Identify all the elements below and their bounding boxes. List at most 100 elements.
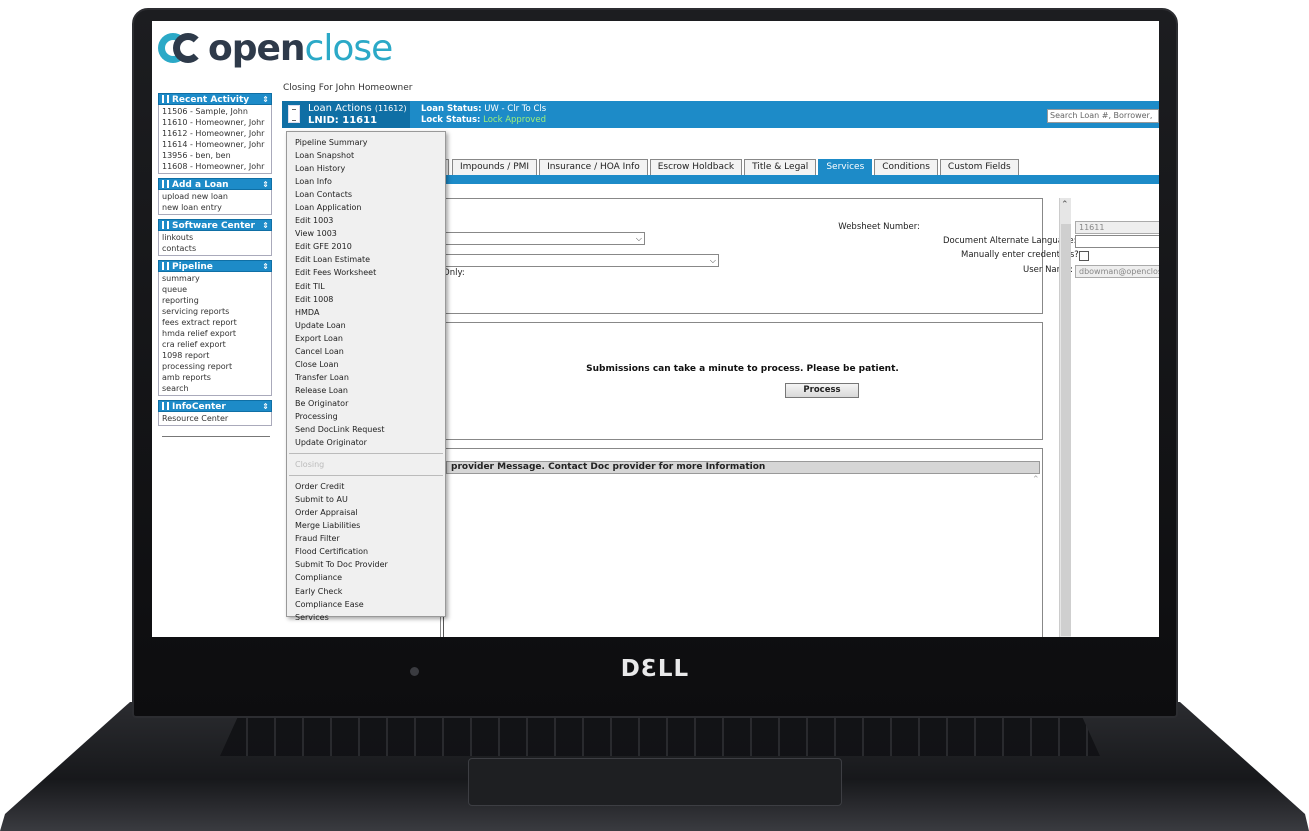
recent-activity-list: 11506 - Sample, John 11610 - Homeowner, J… [158, 105, 272, 174]
grip-icon [162, 402, 169, 410]
recent-loan-link[interactable]: 11506 - Sample, John [162, 106, 268, 117]
loan-search-input[interactable]: Search Loan #, Borrower, [1047, 109, 1159, 123]
menu-item-release-loan[interactable]: Release Loan [287, 384, 445, 397]
page-scrollbar[interactable]: ⌃ [1059, 198, 1071, 637]
recent-loan-link[interactable]: 11608 - Homeowner, Johr [162, 161, 268, 172]
pipeline-link[interactable]: servicing reports [162, 306, 268, 317]
tab-insurance-hoa-info[interactable]: Insurance / HOA Info [539, 159, 648, 175]
grip-icon [162, 221, 169, 229]
pipeline-link[interactable]: amb reports [162, 372, 268, 383]
panel-header-infocenter[interactable]: InfoCenter ⇕ [158, 400, 272, 412]
menu-item-compliance-ease[interactable]: Compliance Ease [287, 598, 445, 611]
pipeline-link[interactable]: fees extract report [162, 317, 268, 328]
collapse-icon[interactable]: ⇕ [262, 220, 269, 232]
menu-item-loan-history[interactable]: Loan History [287, 162, 445, 175]
menu-section-closing: Closing [295, 460, 325, 470]
scroll-up-icon[interactable]: ⌃ [1032, 475, 1040, 485]
scroll-up-icon[interactable]: ⌃ [1061, 200, 1069, 210]
menu-item-flood-certification[interactable]: Flood Certification [287, 545, 445, 558]
tab-custom-fields[interactable]: Custom Fields [939, 159, 1019, 175]
pipeline-link[interactable]: summary [162, 273, 268, 284]
menu-item-merge-liabilities[interactable]: Merge Liabilities [287, 519, 445, 532]
menu-item-fraud-filter[interactable]: Fraud Filter [287, 532, 445, 545]
menu-item-edit-fees-worksheet[interactable]: Edit Fees Worksheet [287, 266, 445, 279]
collapse-icon[interactable]: ⇕ [262, 179, 269, 191]
recent-loan-link[interactable]: 11614 - Homeowner, Johr [162, 139, 268, 150]
alt-language-select[interactable]: ⌵ [1075, 235, 1159, 248]
menu-item-compliance[interactable]: Compliance [287, 571, 445, 584]
menu-item-edit-gfe-2010[interactable]: Edit GFE 2010 [287, 240, 445, 253]
menu-item-edit-loan-estimate[interactable]: Edit Loan Estimate [287, 253, 445, 266]
pipeline-link[interactable]: queue [162, 284, 268, 295]
manual-credentials-checkbox[interactable] [1079, 251, 1089, 261]
provider-message: provider Message. Contact Doc provider f… [446, 461, 1040, 474]
vendor-select[interactable]: ⌵ [439, 232, 645, 245]
add-loan-list: upload new loan new loan entry [158, 190, 272, 215]
laptop-keyboard [220, 712, 1100, 756]
pipeline-link[interactable]: reporting [162, 295, 268, 306]
software-center-link[interactable]: contacts [162, 243, 268, 254]
menu-item-submit-to-au[interactable]: Submit to AU [287, 493, 445, 506]
menu-item-edit-1003[interactable]: Edit 1003 [287, 214, 445, 227]
pipeline-link[interactable]: processing report [162, 361, 268, 372]
menu-item-processing[interactable]: Processing [287, 410, 445, 423]
pipeline-link[interactable]: cra relief export [162, 339, 268, 350]
product-select[interactable]: ⌵ [439, 254, 719, 267]
menu-item-send-doclink-request[interactable]: Send DocLink Request [287, 423, 445, 436]
menu-item-services[interactable]: Services [287, 611, 445, 624]
loan-status-info: Loan Status: UW - Clr To Cls Lock Status… [421, 104, 547, 125]
menu-item-loan-info[interactable]: Loan Info [287, 175, 445, 188]
menu-item-update-originator[interactable]: Update Originator [287, 436, 445, 449]
menu-item-order-credit[interactable]: Order Credit [287, 480, 445, 493]
app-screen: openclose Closing For John Homeowner Rec… [152, 21, 1159, 637]
menu-item-transfer-loan[interactable]: Transfer Loan [287, 371, 445, 384]
menu-item-be-originator[interactable]: Be Originator [287, 397, 445, 410]
infocenter-link[interactable]: Resource Center [162, 413, 268, 424]
pipeline-link[interactable]: hmda relief export [162, 328, 268, 339]
scrollbar-thumb[interactable] [1061, 224, 1071, 636]
tab-escrow-holdback[interactable]: Escrow Holdback [649, 159, 743, 175]
menu-item-view-1003[interactable]: View 1003 [287, 227, 445, 240]
menu-item-hmda[interactable]: HMDA [287, 306, 445, 319]
collapse-icon[interactable]: ⇕ [262, 401, 269, 413]
add-loan-link[interactable]: new loan entry [162, 202, 268, 213]
menu-item-early-check[interactable]: Early Check [287, 585, 445, 598]
add-loan-link[interactable]: upload new loan [162, 191, 268, 202]
menu-item-loan-contacts[interactable]: Loan Contacts [287, 188, 445, 201]
menu-item-cancel-loan[interactable]: Cancel Loan [287, 345, 445, 358]
pipeline-link[interactable]: 1098 report [162, 350, 268, 361]
tab-conditions[interactable]: Conditions [874, 159, 938, 175]
menu-item-order-appraisal[interactable]: Order Appraisal [287, 506, 445, 519]
openclose-logo[interactable]: openclose [158, 25, 393, 71]
tab-services[interactable]: Services [818, 159, 873, 175]
loan-actions-button[interactable]: Loan Actions (11612) LNID: 11611 [282, 101, 410, 128]
menu-item-edit-1008[interactable]: Edit 1008 [287, 293, 445, 306]
collapse-icon[interactable]: ⇕ [262, 261, 269, 273]
menu-item-edit-til[interactable]: Edit TIL [287, 280, 445, 293]
process-button[interactable]: Process [785, 383, 859, 398]
panel-software-center: Software Center ⇕ linkouts contacts [158, 219, 272, 256]
only-label: Only: [443, 268, 465, 278]
pipeline-link[interactable]: search [162, 383, 268, 394]
recent-loan-link[interactable]: 13956 - ben, ben [162, 150, 268, 161]
menu-item-loan-snapshot[interactable]: Loan Snapshot [287, 149, 445, 162]
panel-add-loan: Add a Loan ⇕ upload new loan new loan entr… [158, 178, 272, 215]
services-content: ⌵ ⌵ Only: Websheet Number: 11611 Documen… [439, 198, 1159, 637]
menu-item-export-loan[interactable]: Export Loan [287, 332, 445, 345]
panel-header-software-center[interactable]: Software Center ⇕ [158, 219, 272, 231]
tab-impounds-pmi[interactable]: Impounds / PMI [452, 159, 538, 175]
collapse-icon[interactable]: ⇕ [262, 94, 269, 106]
menu-item-loan-application[interactable]: Loan Application [287, 201, 445, 214]
panel-header-recent-activity[interactable]: Recent Activity ⇕ [158, 93, 272, 105]
panel-header-add-loan[interactable]: Add a Loan ⇕ [158, 178, 272, 190]
panel-header-pipeline[interactable]: Pipeline ⇕ [158, 260, 272, 272]
tab-title-legal[interactable]: Title & Legal [744, 159, 817, 175]
menu-item-update-loan[interactable]: Update Loan [287, 319, 445, 332]
menu-item-pipeline-summary[interactable]: Pipeline Summary [287, 136, 445, 149]
software-center-link[interactable]: linkouts [162, 232, 268, 243]
recent-loan-link[interactable]: 11610 - Homeowner, Johr [162, 117, 268, 128]
menu-item-close-loan[interactable]: Close Loan [287, 358, 445, 371]
recent-loan-link[interactable]: 11612 - Homeowner, Johr [162, 128, 268, 139]
menu-item-submit-to-doc-provider[interactable]: Submit To Doc Provider [287, 558, 445, 571]
logo-text: openclose [208, 27, 393, 69]
